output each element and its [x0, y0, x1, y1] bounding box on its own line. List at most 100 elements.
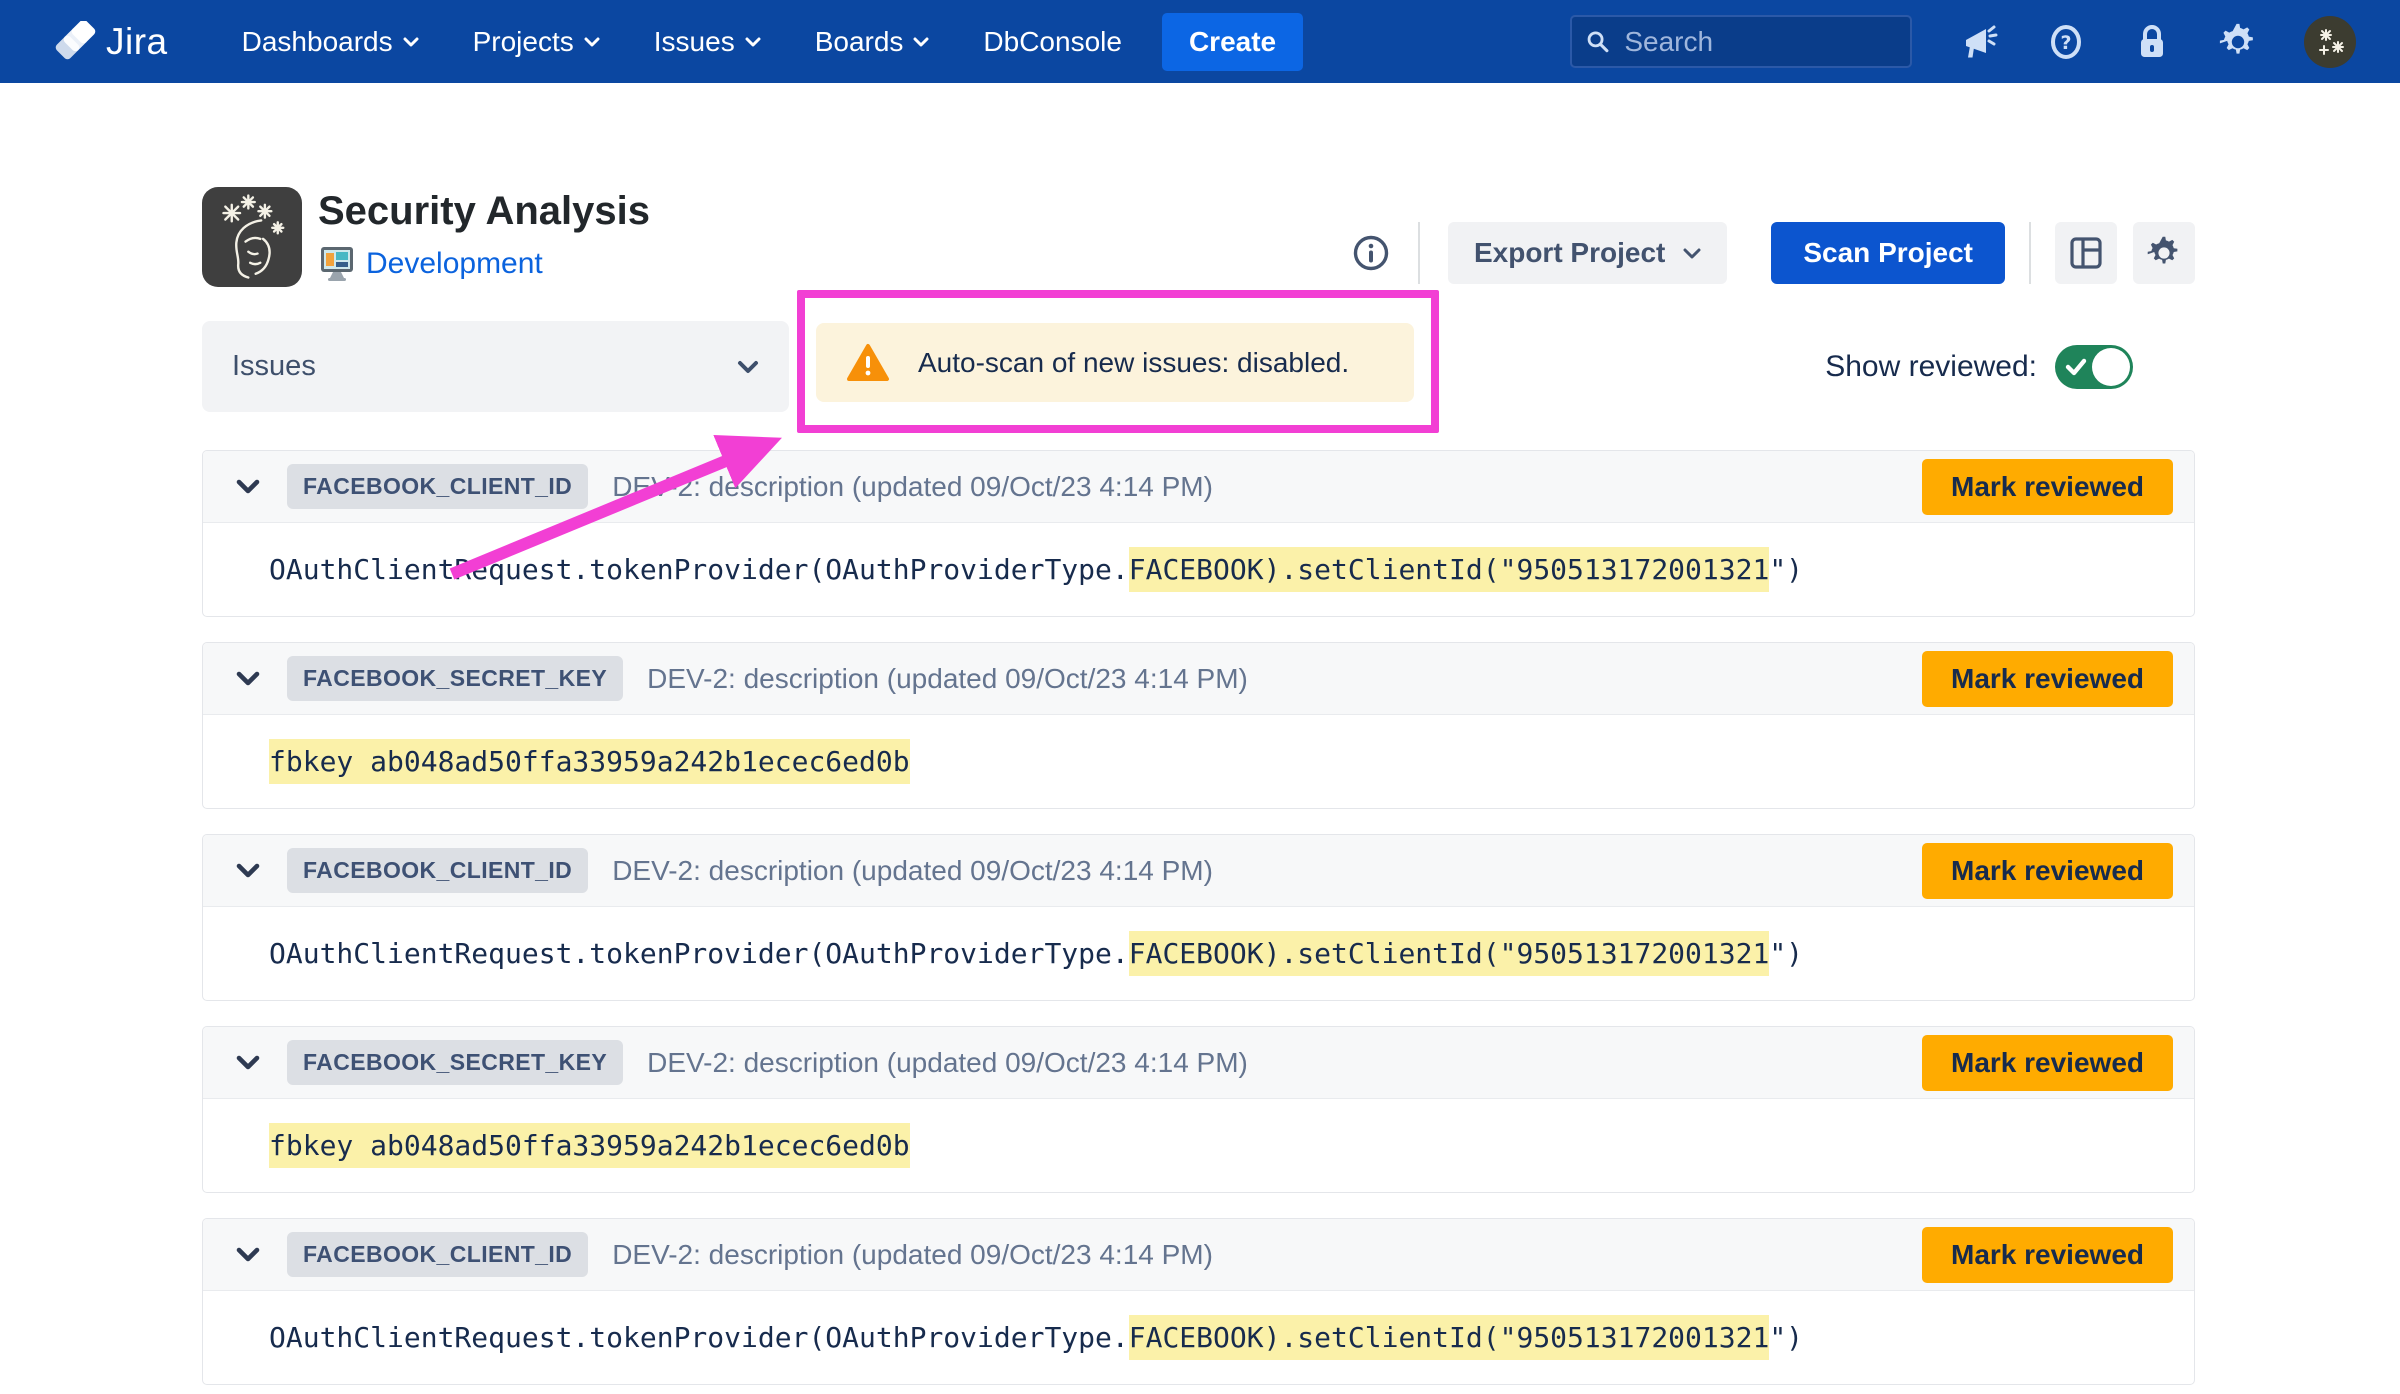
issue-card: FACEBOOK_CLIENT_ID DEV-2: description (u… — [202, 450, 2195, 617]
issues-filter-select[interactable]: Issues — [202, 321, 789, 412]
project-link-development[interactable]: Development — [366, 247, 543, 281]
nav-item-dbconsole[interactable]: DbConsole — [983, 26, 1122, 58]
chevron-down-icon — [584, 37, 600, 47]
search-icon — [1586, 28, 1610, 56]
issue-type-badge: FACEBOOK_SECRET_KEY — [287, 656, 623, 701]
issue-title: DEV-2: description (updated 09/Oct/23 4:… — [612, 855, 1213, 887]
issue-type-badge: FACEBOOK_CLIENT_ID — [287, 848, 588, 893]
jira-logo-icon — [54, 21, 96, 63]
issue-title: DEV-2: description (updated 09/Oct/23 4:… — [612, 1239, 1213, 1271]
mark-reviewed-button[interactable]: Mark reviewed — [1922, 1035, 2173, 1091]
issue-type-badge: FACEBOOK_SECRET_KEY — [287, 1040, 623, 1085]
issue-card-body: OAuthClientRequest.tokenProvider(OAuthPr… — [203, 523, 2194, 616]
announcement-icon[interactable] — [1960, 22, 2000, 62]
project-titles: Security Analysis Development — [318, 187, 650, 283]
mark-reviewed-button[interactable]: Mark reviewed — [1922, 651, 2173, 707]
chevron-down-icon — [745, 37, 761, 47]
issue-card-header: FACEBOOK_SECRET_KEY DEV-2: description (… — [203, 643, 2194, 715]
lock-icon[interactable] — [2132, 22, 2172, 62]
scan-project-button[interactable]: Scan Project — [1771, 222, 2005, 284]
panel-layout-icon — [2069, 236, 2103, 270]
chevron-down-icon — [403, 37, 419, 47]
issue-card: FACEBOOK_CLIENT_ID DEV-2: description (u… — [202, 1218, 2195, 1385]
header-actions: Export Project Scan Project — [1352, 222, 2195, 284]
code-snippet: OAuthClientRequest.tokenProvider(OAuthPr… — [269, 553, 1803, 586]
chevron-down-icon — [737, 360, 759, 374]
issue-card-header: FACEBOOK_CLIENT_ID DEV-2: description (u… — [203, 1219, 2194, 1291]
code-highlight: FACEBOOK).setClientId("950513172001321 — [1129, 931, 1770, 976]
collapse-chevron-icon[interactable] — [236, 1247, 260, 1262]
issue-title: DEV-2: description (updated 09/Oct/23 4:… — [612, 471, 1213, 503]
issue-card: FACEBOOK_CLIENT_ID DEV-2: description (u… — [202, 834, 2195, 1001]
gear-icon — [2146, 235, 2182, 271]
divider — [1418, 222, 1420, 284]
jira-logo-text: Jira — [106, 21, 168, 63]
issue-card-header: FACEBOOK_SECRET_KEY DEV-2: description (… — [203, 1027, 2194, 1099]
search-input[interactable] — [1622, 25, 1896, 59]
top-navbar: Jira Dashboards Projects Issues Boards D… — [0, 0, 2400, 83]
nav-item-issues[interactable]: Issues — [654, 26, 761, 58]
nav-icon-group: ? — [1960, 16, 2356, 68]
page-title: Security Analysis — [318, 189, 650, 233]
code-highlight: FACEBOOK).setClientId("950513172001321 — [1129, 1315, 1770, 1360]
issue-card-header: FACEBOOK_CLIENT_ID DEV-2: description (u… — [203, 835, 2194, 907]
issue-card: FACEBOOK_SECRET_KEY DEV-2: description (… — [202, 642, 2195, 809]
project-avatar — [202, 187, 302, 287]
issue-title: DEV-2: description (updated 09/Oct/23 4:… — [647, 1047, 1248, 1079]
issue-card-body: OAuthClientRequest.tokenProvider(OAuthPr… — [203, 1291, 2194, 1384]
project-breadcrumb: Development — [318, 245, 650, 283]
chevron-down-icon — [1683, 248, 1701, 259]
issue-card-body: OAuthClientRequest.tokenProvider(OAuthPr… — [203, 907, 2194, 1000]
collapse-chevron-icon[interactable] — [236, 479, 260, 494]
toggle-knob — [2092, 348, 2130, 386]
issue-card-body: fbkey ab048ad50ffa33959a242b1ecec6ed0b — [203, 715, 2194, 808]
help-icon[interactable]: ? — [2046, 22, 2086, 62]
nav-item-projects[interactable]: Projects — [473, 26, 600, 58]
chevron-down-icon — [913, 37, 929, 47]
issue-type-badge: FACEBOOK_CLIENT_ID — [287, 1232, 588, 1277]
nav-menu: Dashboards Projects Issues Boards DbCons… — [242, 26, 1122, 58]
issue-type-badge: FACEBOOK_CLIENT_ID — [287, 464, 588, 509]
create-button[interactable]: Create — [1162, 13, 1303, 71]
computer-icon — [318, 245, 356, 283]
warning-text: Auto-scan of new issues: disabled. — [918, 347, 1349, 379]
user-avatar[interactable] — [2304, 16, 2356, 68]
mark-reviewed-button[interactable]: Mark reviewed — [1922, 843, 2173, 899]
jira-logo[interactable]: Jira — [54, 21, 168, 63]
nav-item-boards[interactable]: Boards — [815, 26, 930, 58]
code-highlight: fbkey ab048ad50ffa33959a242b1ecec6ed0b — [269, 1123, 910, 1168]
search-box[interactable] — [1570, 15, 1912, 68]
code-snippet: fbkey ab048ad50ffa33959a242b1ecec6ed0b — [269, 1129, 910, 1162]
auto-scan-warning-banner: Auto-scan of new issues: disabled. — [816, 323, 1414, 402]
divider — [2029, 222, 2031, 284]
info-icon[interactable] — [1352, 234, 1390, 272]
main-content: Security Analysis Development — [0, 83, 2400, 1385]
warning-icon — [846, 343, 890, 383]
gear-icon[interactable] — [2218, 22, 2258, 62]
project-header: Security Analysis Development — [202, 187, 2195, 287]
show-reviewed-toggle[interactable] — [2055, 345, 2133, 389]
code-snippet: fbkey ab048ad50ffa33959a242b1ecec6ed0b — [269, 745, 910, 778]
settings-button[interactable] — [2133, 222, 2195, 284]
code-snippet: OAuthClientRequest.tokenProvider(OAuthPr… — [269, 1321, 1803, 1354]
issue-title: DEV-2: description (updated 09/Oct/23 4:… — [647, 663, 1248, 695]
code-highlight: fbkey ab048ad50ffa33959a242b1ecec6ed0b — [269, 739, 910, 784]
panel-layout-button[interactable] — [2055, 222, 2117, 284]
issues-filter-value: Issues — [232, 350, 316, 383]
issue-card-body: fbkey ab048ad50ffa33959a242b1ecec6ed0b — [203, 1099, 2194, 1192]
code-highlight: FACEBOOK).setClientId("950513172001321 — [1129, 547, 1770, 592]
issue-card: FACEBOOK_SECRET_KEY DEV-2: description (… — [202, 1026, 2195, 1193]
issue-list: FACEBOOK_CLIENT_ID DEV-2: description (u… — [202, 450, 2195, 1385]
mark-reviewed-button[interactable]: Mark reviewed — [1922, 459, 2173, 515]
issue-card-header: FACEBOOK_CLIENT_ID DEV-2: description (u… — [203, 451, 2194, 523]
collapse-chevron-icon[interactable] — [236, 671, 260, 686]
show-reviewed-label: Show reviewed: — [1825, 350, 2037, 384]
collapse-chevron-icon[interactable] — [236, 863, 260, 878]
mark-reviewed-button[interactable]: Mark reviewed — [1922, 1227, 2173, 1283]
code-snippet: OAuthClientRequest.tokenProvider(OAuthPr… — [269, 937, 1803, 970]
show-reviewed-control: Show reviewed: — [1825, 345, 2133, 389]
collapse-chevron-icon[interactable] — [236, 1055, 260, 1070]
nav-item-dashboards[interactable]: Dashboards — [242, 26, 419, 58]
export-project-button[interactable]: Export Project — [1448, 222, 1727, 284]
check-icon — [2064, 356, 2088, 378]
